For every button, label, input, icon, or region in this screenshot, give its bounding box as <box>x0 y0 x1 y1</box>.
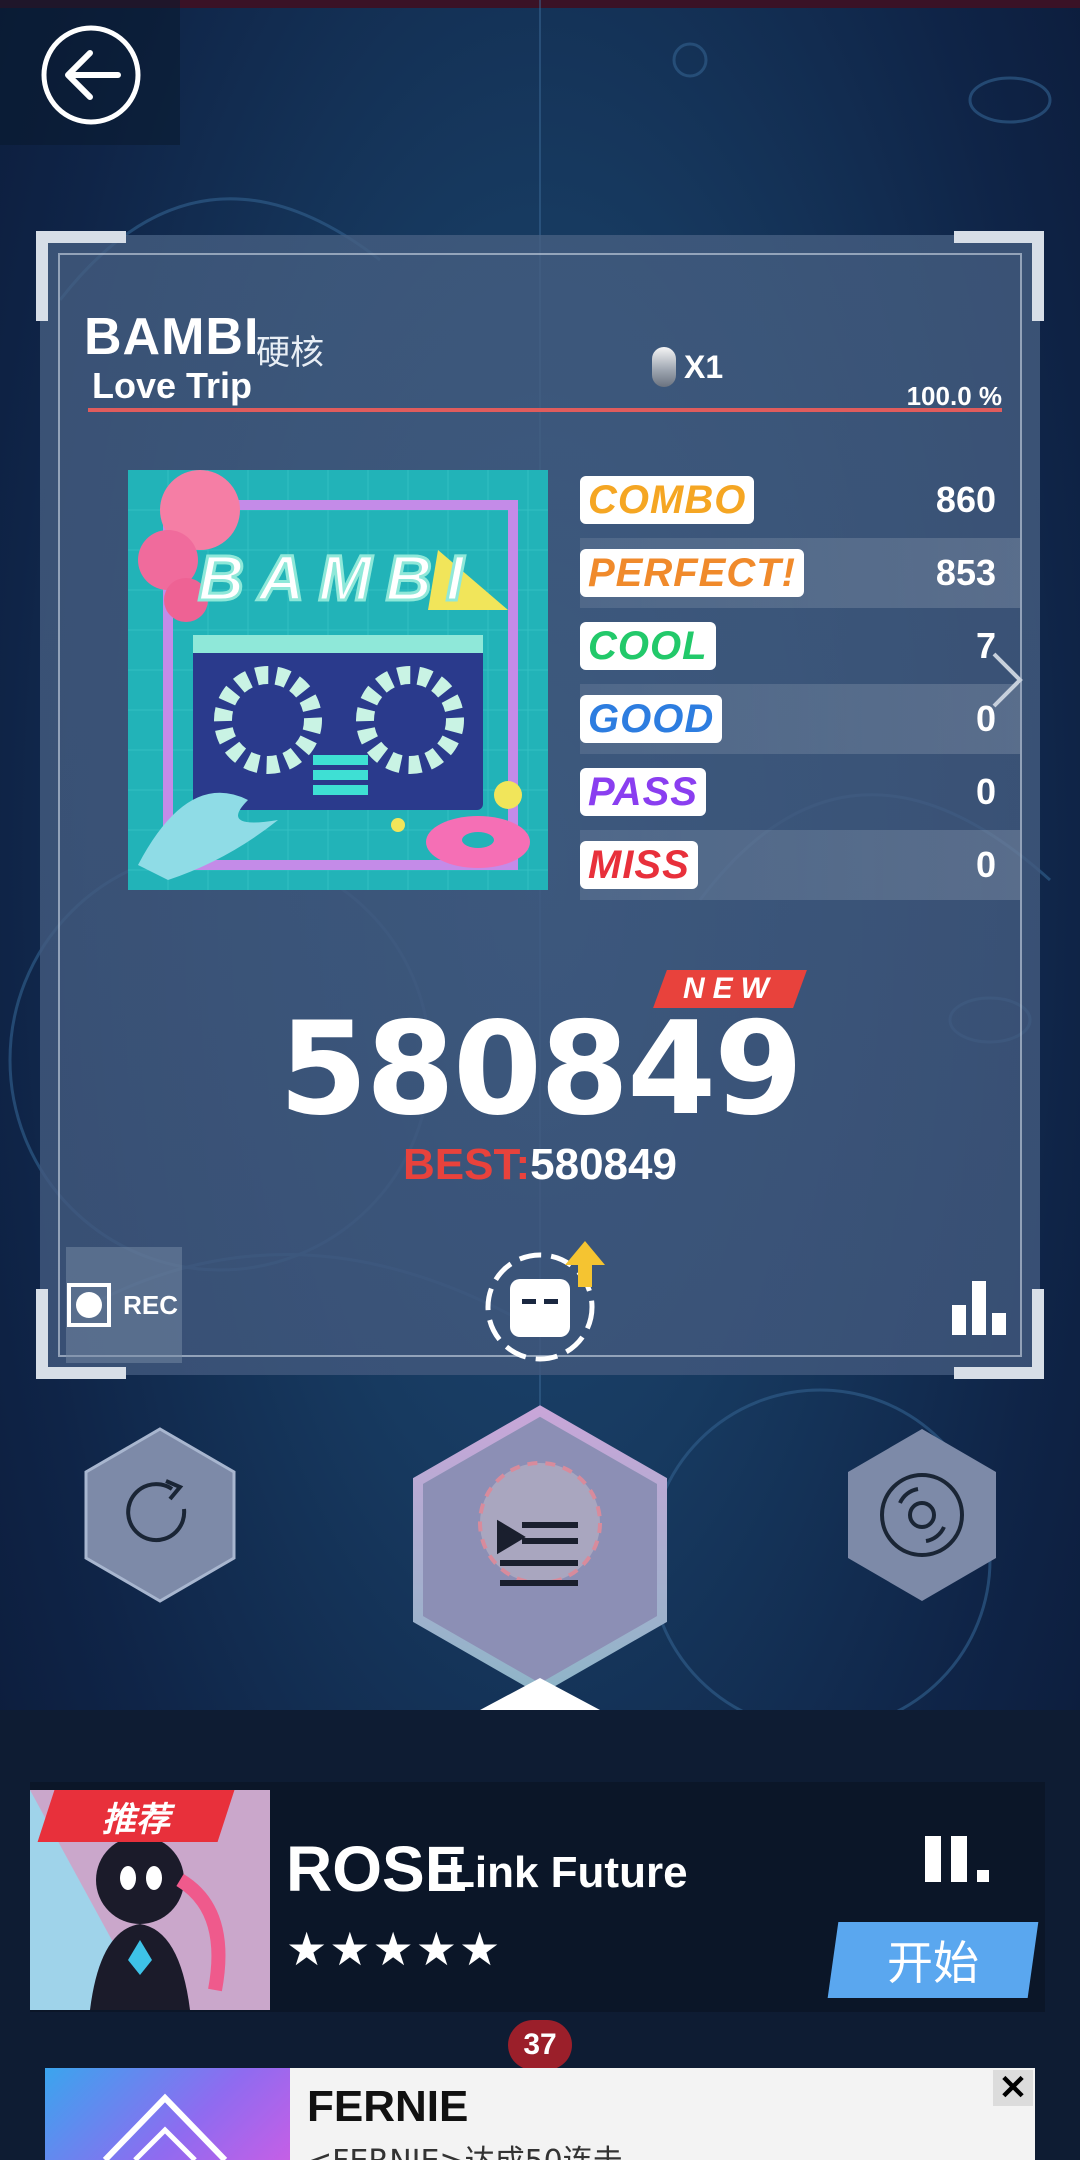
stat-label: GOOD <box>580 695 723 743</box>
stat-label: PERFECT! <box>580 549 804 597</box>
difficulty-stars: ★★★★★ <box>286 1922 503 1976</box>
recommend-tag: 推荐 <box>37 1790 235 1842</box>
achievement-toast[interactable]: FERNIE <FERNIE>达成50连击 ✕ <box>45 2068 1035 2160</box>
stat-row-pass: PASS 0 <box>580 757 1020 827</box>
stat-row-good: GOOD 0 <box>580 684 1020 754</box>
close-icon[interactable]: ✕ <box>993 2069 1033 2107</box>
chevron-right-icon[interactable] <box>990 650 1024 710</box>
start-label: 开始 <box>887 1936 979 1990</box>
level-badge: 37 <box>508 2020 572 2070</box>
record-label: REC <box>123 1289 178 1320</box>
recommended-song-title: ROSE <box>286 1833 468 1905</box>
level-up-arrow-icon <box>565 1241 605 1287</box>
retry-button[interactable] <box>80 1425 240 1605</box>
record-icon <box>67 1283 112 1327</box>
stat-value: 0 <box>975 771 996 812</box>
album-cover: BAMBI <box>128 470 548 890</box>
stat-row-combo: COMBO 860 <box>580 465 1020 535</box>
score-value: 580849 <box>278 995 803 1144</box>
song-title: BAMBI <box>84 308 260 366</box>
stat-row-cool: COOL 7 <box>580 611 1020 681</box>
recommended-song-artist: Link Future <box>448 1848 688 1897</box>
stat-label: COMBO <box>580 476 755 524</box>
best-score: BEST:580849 <box>40 1140 1040 1190</box>
pause-icon[interactable] <box>921 1834 993 1884</box>
stat-value: 853 <box>935 552 996 593</box>
back-button[interactable] <box>0 0 180 145</box>
stat-value: 0 <box>975 844 996 885</box>
stat-label: COOL <box>580 622 716 670</box>
stat-value: 860 <box>935 479 996 520</box>
panel-corner <box>954 231 1044 321</box>
recommend-tag-label: 推荐 <box>102 1799 170 1840</box>
song-artist: Love Trip <box>92 365 253 406</box>
achievement-icon <box>45 2068 290 2160</box>
bar-chart-icon[interactable] <box>950 1275 1010 1335</box>
result-panel: BAMBI 硬核 Love Trip X1 100.0 % BAMBI COMB… <box>36 231 1044 1379</box>
best-label: BEST: <box>403 1140 531 1189</box>
cover-title: BAMBI <box>198 542 478 614</box>
best-value: 580849 <box>530 1140 677 1189</box>
energy-drop-icon <box>652 347 676 387</box>
disc-button[interactable] <box>842 1425 1002 1605</box>
recommended-song-card[interactable]: 推荐 ROSE Link Future ★★★★★ 开始 <box>30 1782 1045 2012</box>
stat-row-perfect: PERFECT! 853 <box>580 538 1020 608</box>
stat-label: MISS <box>580 841 698 889</box>
achievement-title: FERNIE <box>307 2082 469 2131</box>
arrow-left-circle-icon <box>41 25 141 125</box>
achievement-description: <FERNIE>达成50连击 <box>307 2136 623 2160</box>
judgement-stats: COMBO 860 PERFECT! 853 COOL 7 GOOD 0 PAS… <box>580 465 1020 903</box>
song-list-button[interactable] <box>410 1405 670 1695</box>
difficulty-label: 硬核 <box>256 333 324 373</box>
recommended-song-cover: 推荐 <box>30 1790 270 2010</box>
character-avatar-button[interactable] <box>480 1235 610 1365</box>
stat-label: PASS <box>580 768 706 816</box>
start-button[interactable]: 开始 <box>827 1922 1039 1998</box>
achievement-emblem-icon <box>102 2093 228 2160</box>
record-button[interactable]: REC <box>66 1247 182 1363</box>
stat-row-miss: MISS 0 <box>580 830 1020 900</box>
title-divider <box>88 408 1002 412</box>
multiplier-value: X1 <box>684 348 724 385</box>
cover-art: BAMBI <box>128 470 548 890</box>
multiplier: X1 <box>652 347 723 387</box>
